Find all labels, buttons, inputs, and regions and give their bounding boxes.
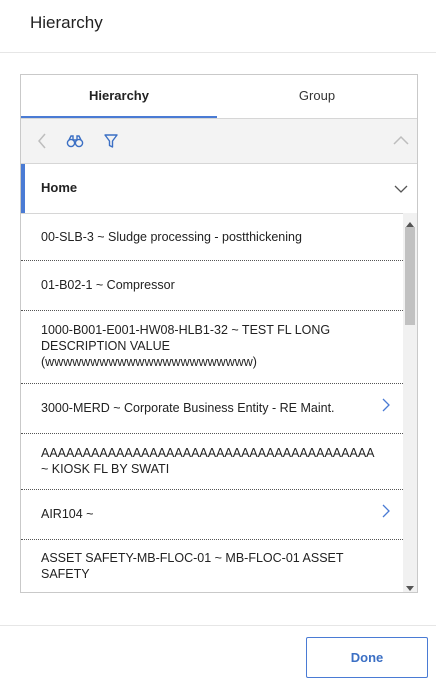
dialog-header: Hierarchy bbox=[0, 0, 436, 53]
dialog-footer: Done bbox=[0, 625, 436, 687]
tab-group[interactable]: Group bbox=[217, 75, 417, 118]
item-label: 01-B02-1 ~ Compressor bbox=[41, 278, 175, 292]
filter-icon[interactable] bbox=[101, 131, 121, 151]
hierarchy-toolbar bbox=[21, 119, 417, 164]
hierarchy-panel: Hierarchy Group Home 00-SLB-3 ~ Sludge p… bbox=[20, 74, 418, 593]
list-item[interactable]: 1000-B001-E001-HW08-HLB1-32 ~ TEST FL LO… bbox=[21, 311, 403, 384]
list-item[interactable]: ASSET SAFETY-MB-FLOC-01 ~ MB-FLOC-01 ASS… bbox=[21, 540, 403, 592]
list-item[interactable]: 01-B02-1 ~ Compressor bbox=[21, 261, 403, 311]
tab-bar: Hierarchy Group bbox=[21, 75, 417, 119]
back-chevron-icon[interactable] bbox=[33, 131, 53, 151]
item-label: AAAAAAAAAAAAAAAAAAAAAAAAAAAAAAAAAAAAAAAA… bbox=[41, 446, 374, 476]
chevron-down-icon[interactable] bbox=[394, 182, 408, 196]
scroll-down-arrow-icon[interactable] bbox=[406, 579, 414, 591]
item-label: 1000-B001-E001-HW08-HLB1-32 ~ TEST FL LO… bbox=[41, 323, 331, 369]
collapse-chevron-icon[interactable] bbox=[391, 131, 411, 151]
item-label: ASSET SAFETY-MB-FLOC-01 ~ MB-FLOC-01 ASS… bbox=[41, 551, 344, 581]
list-item[interactable]: 3000-MERD ~ Corporate Business Entity - … bbox=[21, 384, 403, 434]
item-label: 3000-MERD ~ Corporate Business Entity - … bbox=[41, 401, 335, 415]
scroll-up-arrow-icon[interactable] bbox=[406, 216, 414, 227]
hierarchy-list-container: 00-SLB-3 ~ Sludge processing - postthick… bbox=[21, 213, 417, 592]
item-label: 00-SLB-3 ~ Sludge processing - postthick… bbox=[41, 230, 302, 244]
scrollbar-thumb[interactable] bbox=[405, 227, 415, 325]
binoculars-icon[interactable] bbox=[65, 131, 85, 151]
active-tab-indicator bbox=[21, 116, 217, 118]
chevron-right-icon[interactable] bbox=[381, 504, 391, 518]
tab-hierarchy[interactable]: Hierarchy bbox=[21, 75, 217, 118]
chevron-right-icon[interactable] bbox=[381, 398, 391, 412]
done-button[interactable]: Done bbox=[306, 637, 428, 678]
dialog-title: Hierarchy bbox=[30, 13, 103, 32]
home-label: Home bbox=[41, 180, 78, 195]
list-scrollbar[interactable] bbox=[403, 213, 417, 592]
item-label: AIR104 ~ bbox=[41, 507, 94, 521]
list-item[interactable]: 00-SLB-3 ~ Sludge processing - postthick… bbox=[21, 213, 403, 261]
hierarchy-list: 00-SLB-3 ~ Sludge processing - postthick… bbox=[21, 213, 403, 592]
list-item[interactable]: AIR104 ~ bbox=[21, 490, 403, 540]
list-item[interactable]: AAAAAAAAAAAAAAAAAAAAAAAAAAAAAAAAAAAAAAAA… bbox=[21, 434, 403, 490]
selected-indicator bbox=[21, 164, 25, 213]
home-row[interactable]: Home bbox=[21, 164, 417, 214]
